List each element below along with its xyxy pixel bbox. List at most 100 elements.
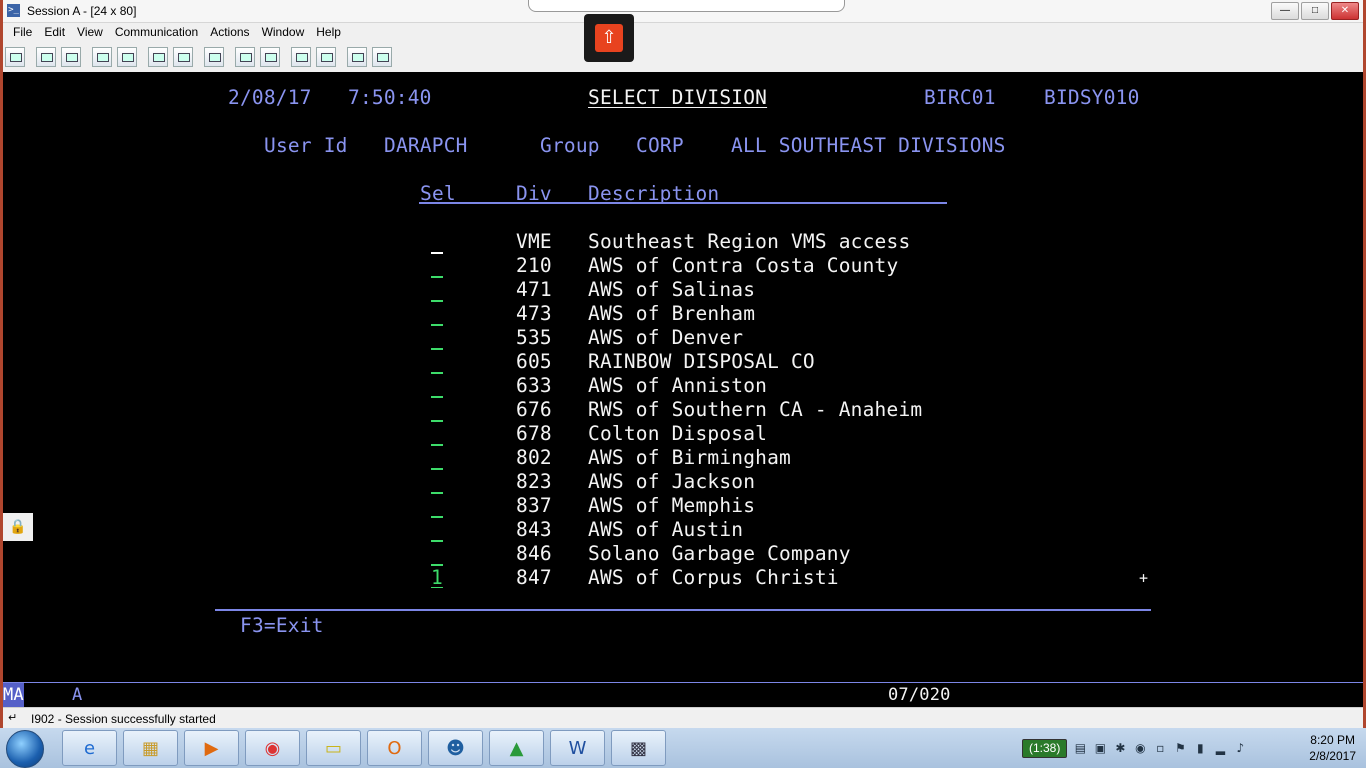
group-value: CORP [636,134,684,157]
row-desc: Southeast Region VMS access [588,230,911,253]
menu-file[interactable]: File [7,25,38,39]
sel-input[interactable] [431,252,443,254]
menu-communication[interactable]: Communication [109,25,204,39]
office-upload-icon[interactable]: ▣ [1093,741,1107,755]
menu-bar: File Edit View Communication Actions Win… [3,22,1363,42]
row-desc: AWS of Denver [588,326,744,349]
row-desc: AWS of Brenham [588,302,756,325]
taskbar: e ▦ ▶ ◉ ▭ O ☻ ▲ W ▩ (1:38) ▤ ▣ ✱ ◉ ▫ ⚑ ▮… [0,728,1366,768]
outlook-icon[interactable]: O [367,730,422,766]
clock-time: 8:20 PM [1310,733,1355,747]
screen-id: BIDSY010 [1044,86,1140,109]
stop-macro-icon[interactable] [260,47,280,67]
sel-input[interactable] [431,372,443,374]
sel-input[interactable] [431,516,443,518]
google-drive-icon[interactable]: ▲ [489,730,544,766]
send-file-icon[interactable] [92,47,112,67]
media-player-icon[interactable]: ▶ [184,730,239,766]
globe-icon[interactable] [347,47,367,67]
sel-input[interactable] [431,300,443,302]
clock-date: 2/8/2017 [1309,749,1356,763]
bluetooth-icon[interactable]: ✱ [1113,741,1127,755]
row-desc: AWS of Anniston [588,374,768,397]
row-div: 802 [516,446,552,469]
sel-input[interactable] [431,468,443,470]
column-header-underline [419,202,947,204]
minimize-button[interactable]: — [1271,2,1299,20]
window-title: Session A - [24 x 80] [27,4,137,18]
terminal-screen[interactable]: 2/08/17 7:50:40 SELECT DIVISION BIRC01 B… [3,72,1363,707]
row-desc: AWS of Austin [588,518,744,541]
communicator-icon[interactable]: ☻ [428,730,483,766]
menu-window[interactable]: Window [256,25,311,39]
f3-exit-key[interactable]: F3=Exit [240,614,324,638]
row-desc: AWS of Jackson [588,470,756,493]
row-div: 633 [516,374,552,397]
security-icon[interactable]: ◉ [1133,741,1147,755]
row-div: 471 [516,278,552,301]
chrome-icon[interactable]: ◉ [245,730,300,766]
receive-file-icon[interactable] [117,47,137,67]
program-name: BIRC01 [924,86,996,109]
copy-icon[interactable] [36,47,56,67]
menu-edit[interactable]: Edit [38,25,71,39]
customize-icon[interactable] [372,47,392,67]
row-desc: RAINBOW DISPOSAL CO [588,350,815,373]
system-tray: (1:38) ▤ ▣ ✱ ◉ ▫ ⚑ ▮ ▂ ♪ [1022,735,1247,761]
row-div: 678 [516,422,552,445]
record-macro-icon[interactable] [204,47,224,67]
sticky-notes-icon[interactable]: ▭ [306,730,361,766]
row-div: 676 [516,398,552,421]
sel-input[interactable] [431,396,443,398]
menu-help[interactable]: Help [310,25,347,39]
signal-icon[interactable]: ▂ [1213,741,1227,755]
sel-input-value[interactable]: 1 [431,566,443,590]
battery-icon[interactable]: ▮ [1193,741,1207,755]
paste-icon[interactable] [61,47,81,67]
pull-tab[interactable] [528,0,845,12]
sel-input[interactable] [431,348,443,350]
connection-icon: ↵ [8,711,18,724]
screen-title: SELECT DIVISION [588,86,768,109]
internet-explorer-icon[interactable]: e [62,730,117,766]
action-center-icon[interactable]: ⚑ [1173,741,1187,755]
play-macro-icon[interactable] [235,47,255,67]
status-message: I902 - Session successfully started [31,712,216,726]
print-screen-icon[interactable] [5,47,25,67]
cursor-position: 07/020 [888,685,951,705]
network-share-icon[interactable]: ▤ [1073,741,1087,755]
sel-input[interactable] [431,420,443,422]
sel-input[interactable] [431,444,443,446]
battery-timer[interactable]: (1:38) [1022,738,1068,758]
macro-icon[interactable] [173,47,193,67]
sel-input[interactable] [431,492,443,494]
row-div: 823 [516,470,552,493]
maximize-button[interactable]: □ [1301,2,1329,20]
menu-actions[interactable]: Actions [204,25,255,39]
volume-muted-icon[interactable]: ♪ [1233,741,1247,755]
session-manager-icon[interactable]: ▩ [611,730,666,766]
printer-icon[interactable]: ▫ [1153,741,1167,755]
menu-view[interactable]: View [71,25,109,39]
row-div: 605 [516,350,552,373]
screen-time: 7:50:40 [348,86,432,109]
sel-input[interactable] [431,276,443,278]
upload-button[interactable]: ⇧ [584,14,634,62]
oia-indicator: MA [3,683,24,707]
group-description: ALL SOUTHEAST DIVISIONS [731,134,1006,157]
start-button[interactable] [6,730,44,768]
disconnect-icon[interactable] [316,47,336,67]
row-desc: AWS of Corpus Christi [588,566,839,589]
row-div: 837 [516,494,552,517]
row-desc: RWS of Southern CA - Anaheim [588,398,923,421]
close-button[interactable]: ✕ [1331,2,1359,20]
file-explorer-icon[interactable]: ▦ [123,730,178,766]
word-icon[interactable]: W [550,730,605,766]
connect-icon[interactable] [291,47,311,67]
sel-input[interactable] [431,324,443,326]
sel-input[interactable] [431,540,443,542]
row-desc: Solano Garbage Company [588,542,851,565]
display-keypad-icon[interactable] [148,47,168,67]
taskbar-clock[interactable]: 8:20 PM 2/8/2017 [1309,732,1356,764]
row-desc: AWS of Salinas [588,278,756,301]
